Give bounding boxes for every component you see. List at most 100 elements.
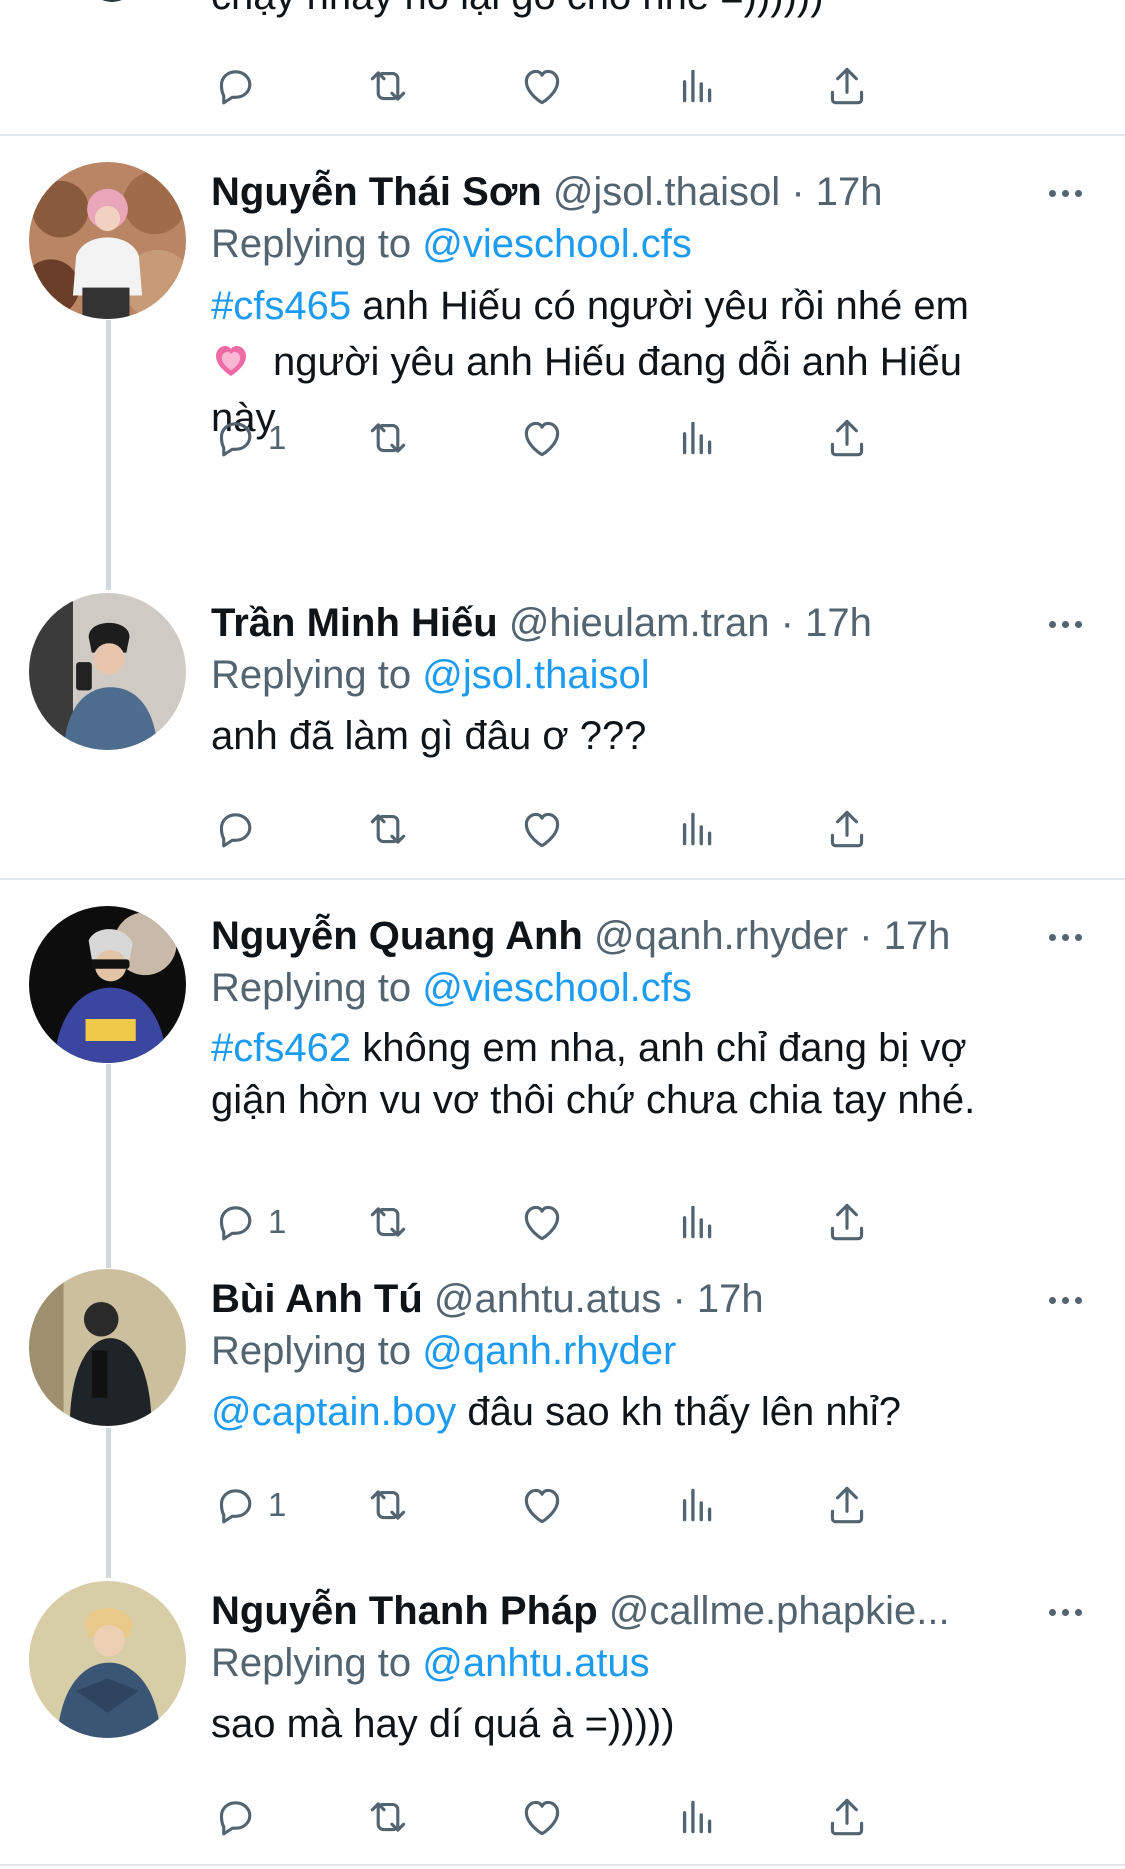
retweet-button[interactable] bbox=[363, 1192, 413, 1252]
like-button[interactable] bbox=[517, 1192, 567, 1252]
tweet-text: anh đã làm gì đâu ơ ??? bbox=[211, 709, 1071, 763]
timestamp[interactable]: 17h bbox=[805, 601, 872, 645]
retweet-button[interactable] bbox=[363, 1475, 413, 1535]
analytics-button[interactable] bbox=[670, 56, 720, 116]
avatar[interactable] bbox=[29, 1581, 186, 1738]
reply-icon bbox=[219, 1489, 252, 1524]
user-handle[interactable]: @hieulam.tran bbox=[509, 601, 770, 645]
like-button[interactable] bbox=[517, 1787, 567, 1847]
heart-icon bbox=[524, 69, 560, 105]
avatar-image bbox=[29, 1269, 186, 1426]
replying-to-link[interactable]: @anhtu.atus bbox=[422, 1641, 649, 1685]
avatar[interactable] bbox=[29, 162, 186, 319]
share-button[interactable] bbox=[822, 799, 872, 859]
hashtag-link[interactable]: #cfs465 bbox=[211, 284, 351, 328]
retweet-button[interactable] bbox=[363, 408, 413, 468]
analytics-button[interactable] bbox=[670, 1787, 720, 1847]
reply-button[interactable] bbox=[210, 56, 260, 116]
retweet-button[interactable] bbox=[363, 799, 413, 859]
heart-icon bbox=[524, 812, 560, 848]
retweet-icon bbox=[370, 71, 406, 101]
analytics-button[interactable] bbox=[670, 1475, 720, 1535]
reply-button[interactable]: 1 bbox=[210, 1475, 286, 1535]
more-button[interactable] bbox=[1040, 168, 1090, 218]
tweet-text-line: anh đã làm gì đâu ơ ??? bbox=[211, 714, 647, 758]
timestamp[interactable]: 17h bbox=[816, 170, 883, 214]
display-name[interactable]: Nguyễn Thanh Pháp bbox=[211, 1589, 598, 1633]
user-handle[interactable]: @anhtu.atus bbox=[434, 1277, 661, 1321]
twitter-thread: chạy nhảy nó lại gõ cho nhé =)))))) bbox=[0, 0, 1125, 1869]
tweet-actions: 1 bbox=[210, 408, 1010, 468]
more-button[interactable] bbox=[1040, 912, 1090, 962]
pink-heart-emoji bbox=[216, 346, 246, 376]
share-button[interactable] bbox=[822, 56, 872, 116]
tweet-text-line: người yêu anh Hiếu đang dỗi anh Hiếu bbox=[273, 340, 963, 384]
reply-button[interactable]: 1 bbox=[210, 1192, 286, 1252]
retweet-icon bbox=[370, 423, 406, 453]
avatar[interactable] bbox=[82, 0, 142, 2]
tweet-actions bbox=[210, 1787, 1010, 1847]
avatar-image bbox=[29, 162, 186, 319]
reply-icon bbox=[219, 1801, 252, 1836]
retweet-button[interactable] bbox=[363, 1787, 413, 1847]
like-button[interactable] bbox=[517, 1475, 567, 1535]
share-button[interactable] bbox=[822, 1787, 872, 1847]
tweet-text-line: sao mà hay dí quá à =))))) bbox=[211, 1702, 675, 1746]
display-name[interactable]: Trần Minh Hiếu bbox=[211, 601, 498, 645]
replying-to-link[interactable]: @jsol.thaisol bbox=[422, 653, 649, 697]
more-button[interactable] bbox=[1040, 1275, 1090, 1325]
retweet-button[interactable] bbox=[363, 56, 413, 116]
share-button[interactable] bbox=[822, 1192, 872, 1252]
share-icon bbox=[830, 1203, 864, 1241]
replying-to-link[interactable]: @vieschool.cfs bbox=[422, 966, 692, 1010]
reply-button[interactable] bbox=[210, 1787, 268, 1847]
timestamp[interactable]: 17h bbox=[697, 1277, 764, 1321]
tweet-header: Trần Minh Hiếu @hieulam.tran · 17h bbox=[211, 593, 1031, 653]
avatar-image bbox=[29, 1581, 186, 1738]
like-button[interactable] bbox=[517, 56, 567, 116]
tweet-text: #cfs462 không em nha, anh chỉ đang bị vợ… bbox=[211, 1022, 1071, 1126]
tweet-header: Nguyễn Thái Sơn @jsol.thaisol · 17h bbox=[211, 162, 1031, 222]
analytics-button[interactable] bbox=[670, 799, 720, 859]
reply-button[interactable]: 1 bbox=[210, 408, 286, 468]
tweet-actions: 1 bbox=[210, 1192, 1010, 1252]
replying-label: Replying to bbox=[211, 966, 412, 1010]
thread-line bbox=[106, 320, 111, 590]
replying-to-link[interactable]: @qanh.rhyder bbox=[422, 1329, 676, 1373]
more-button[interactable] bbox=[1040, 1587, 1090, 1637]
more-button[interactable] bbox=[1040, 599, 1090, 649]
reply-icon bbox=[219, 813, 252, 848]
avatar[interactable] bbox=[29, 906, 186, 1063]
replying-to-link[interactable]: @vieschool.cfs bbox=[422, 222, 692, 266]
user-handle[interactable]: @callme.phapkie... bbox=[609, 1589, 950, 1633]
heart-icon bbox=[524, 1800, 560, 1836]
analytics-button[interactable] bbox=[670, 1192, 720, 1252]
analytics-button[interactable] bbox=[670, 408, 720, 468]
analytics-icon bbox=[682, 1488, 712, 1522]
tweet-actions bbox=[210, 799, 1010, 859]
heart-icon bbox=[524, 421, 560, 457]
share-button[interactable] bbox=[822, 1475, 872, 1535]
reply-button[interactable] bbox=[210, 799, 268, 859]
hashtag-link[interactable]: #cfs462 bbox=[211, 1026, 351, 1070]
display-name[interactable]: Nguyễn Thái Sơn bbox=[211, 170, 542, 214]
avatar[interactable] bbox=[29, 1269, 186, 1426]
like-button[interactable] bbox=[517, 408, 567, 468]
replying-to: Replying to @anhtu.atus bbox=[211, 1633, 650, 1693]
analytics-icon bbox=[682, 69, 712, 103]
timestamp[interactable]: 17h bbox=[884, 914, 951, 958]
retweet-icon bbox=[370, 1490, 406, 1520]
share-icon bbox=[830, 67, 864, 105]
display-name[interactable]: Nguyễn Quang Anh bbox=[211, 914, 583, 958]
thread-line bbox=[106, 1428, 111, 1578]
like-button[interactable] bbox=[517, 799, 567, 859]
share-icon bbox=[830, 1486, 864, 1524]
display-name[interactable]: Bùi Anh Tú bbox=[211, 1277, 423, 1321]
share-button[interactable] bbox=[822, 408, 872, 468]
mention-link[interactable]: @captain.boy bbox=[211, 1390, 456, 1434]
avatar[interactable] bbox=[29, 593, 186, 750]
replying-to: Replying to @vieschool.cfs bbox=[211, 958, 692, 1018]
user-handle[interactable]: @jsol.thaisol bbox=[553, 170, 780, 214]
tweet-text: chạy nhảy nó lại gõ cho nhé =)))))) bbox=[211, 0, 824, 19]
user-handle[interactable]: @qanh.rhyder bbox=[594, 914, 848, 958]
